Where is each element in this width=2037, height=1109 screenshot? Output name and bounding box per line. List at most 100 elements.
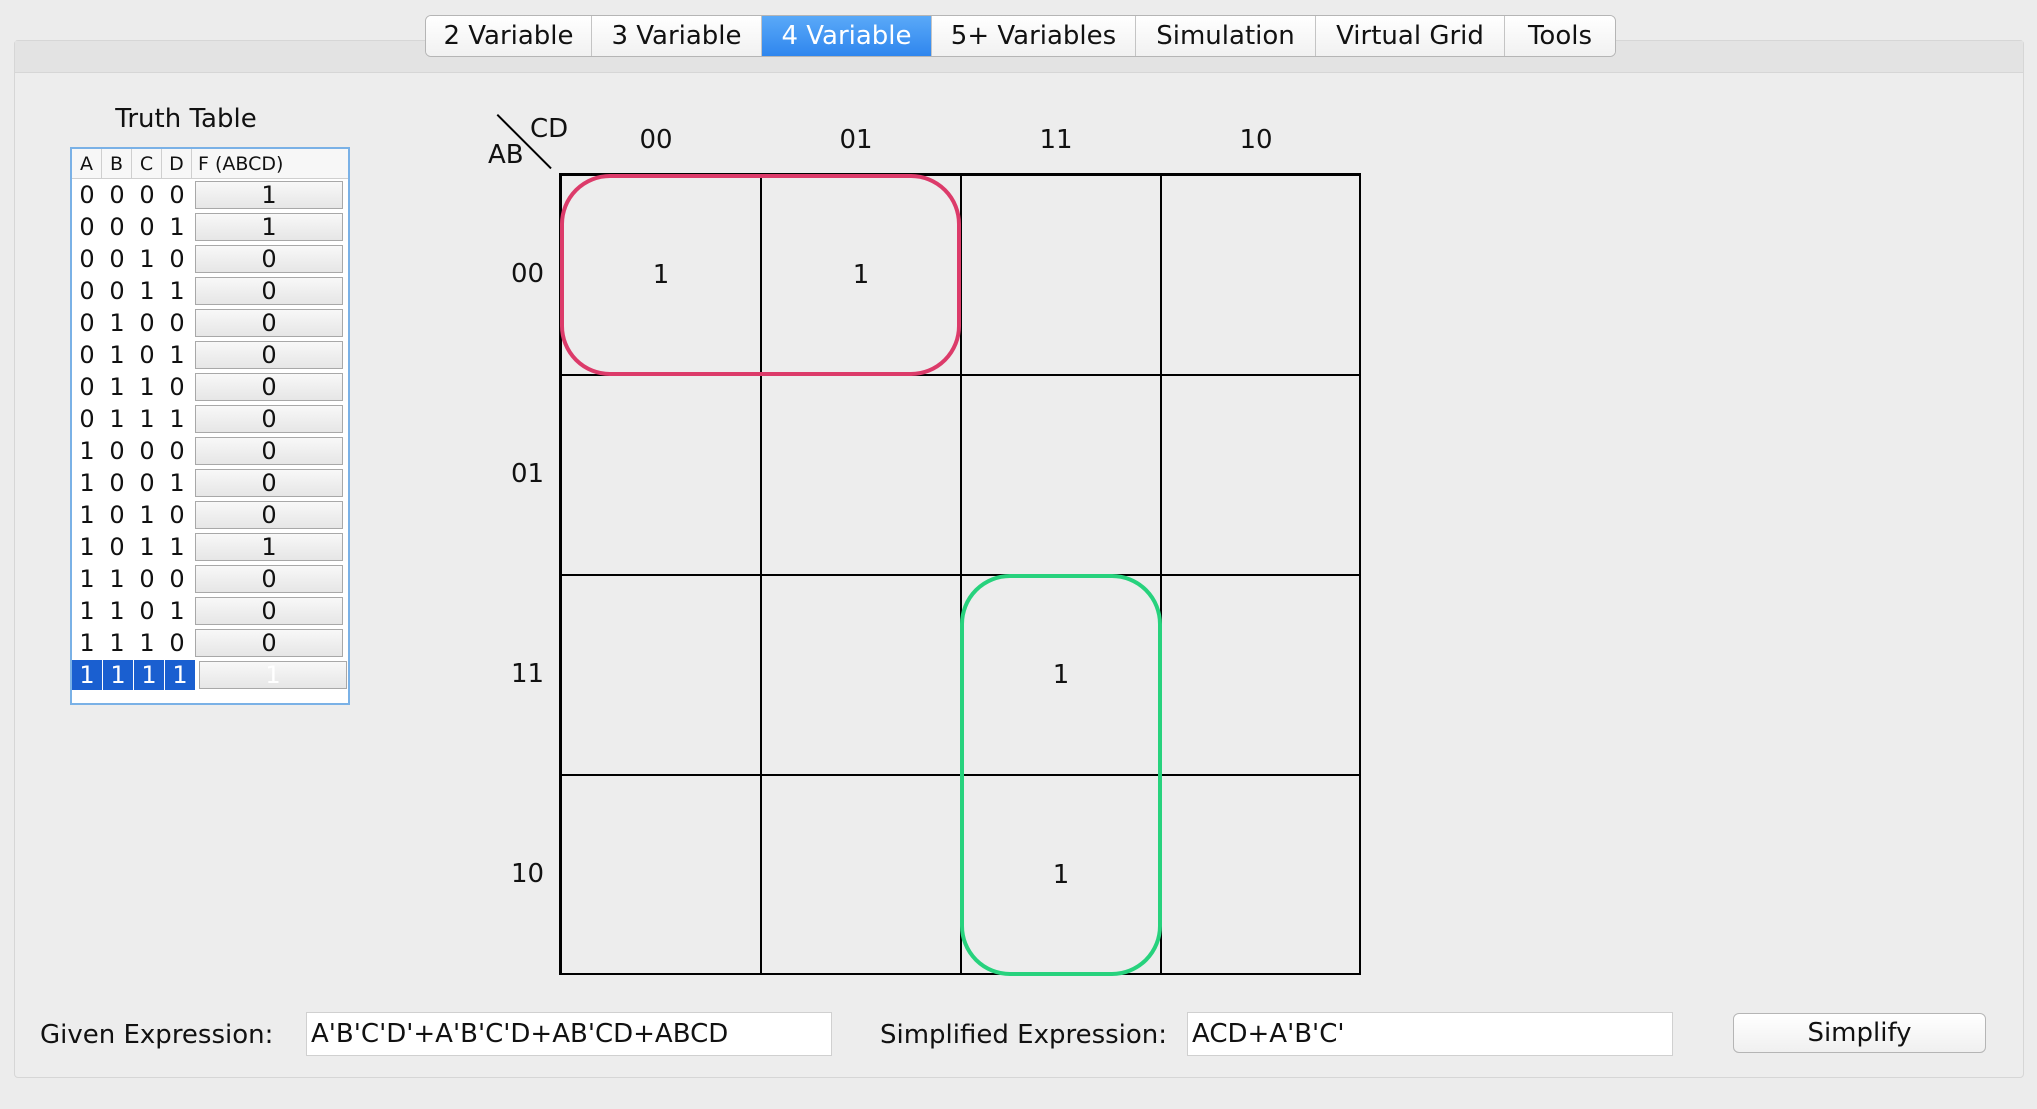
truth-table-input-cell: 1 xyxy=(139,501,155,529)
simplified-expression-field[interactable]: ACD+A'B'C' xyxy=(1187,1012,1673,1056)
truth-table-input-cell: 0 xyxy=(169,501,185,529)
truth-table-output-cell[interactable]: 0 xyxy=(195,405,343,433)
kmap-cell[interactable]: 1 xyxy=(961,775,1161,975)
truth-table-input-cell: 1 xyxy=(139,405,155,433)
truth-table: A B C D F (ABCD) 00001000110010000110010… xyxy=(70,147,350,705)
truth-table-input-cell: 1 xyxy=(139,245,155,273)
truth-table-row[interactable]: 01000 xyxy=(72,307,348,339)
truth-table-input-cell: 1 xyxy=(79,533,95,561)
truth-table-row[interactable]: 01110 xyxy=(72,403,348,435)
given-expression-field[interactable]: A'B'C'D'+A'B'C'D+AB'CD+ABCD xyxy=(306,1012,832,1056)
truth-table-output-cell[interactable]: 0 xyxy=(195,277,343,305)
truth-table-row[interactable]: 11010 xyxy=(72,595,348,627)
truth-table-input-cell: 0 xyxy=(139,597,155,625)
truth-table-input-cell: 1 xyxy=(79,565,95,593)
truth-table-input-cell: 1 xyxy=(139,533,155,561)
kmap-cell[interactable]: 1 xyxy=(761,175,961,375)
truth-table-row[interactable]: 11000 xyxy=(72,563,348,595)
kmap-cell[interactable]: 1 xyxy=(561,175,761,375)
truth-table-row[interactable]: 10010 xyxy=(72,467,348,499)
truth-table-output-cell[interactable]: 0 xyxy=(195,309,343,337)
truth-table-output-cell[interactable]: 0 xyxy=(195,245,343,273)
truth-table-input-cell: 1 xyxy=(109,309,125,337)
truth-table-output-cell[interactable]: 0 xyxy=(195,597,343,625)
kmap-cell[interactable] xyxy=(761,375,961,575)
truth-table-input-cell: 0 xyxy=(109,277,125,305)
simplify-button[interactable]: Simplify xyxy=(1733,1013,1986,1053)
tab-5-plus-variables[interactable]: 5+ Variables xyxy=(932,16,1136,56)
truth-table-body: 0000100011001000011001000010100110001110… xyxy=(72,179,348,691)
truth-table-title: Truth Table xyxy=(115,104,257,134)
truth-table-input-cell: 0 xyxy=(169,629,185,657)
kmap-cell[interactable] xyxy=(961,175,1161,375)
header-f[interactable]: F (ABCD) xyxy=(192,149,347,178)
kmap-cell[interactable] xyxy=(761,775,961,975)
truth-table-row[interactable]: 00001 xyxy=(72,179,348,211)
truth-table-output-cell[interactable]: 0 xyxy=(195,437,343,465)
truth-table-output-cell[interactable]: 0 xyxy=(195,341,343,369)
tab-virtual-grid[interactable]: Virtual Grid xyxy=(1316,16,1505,56)
kmap-cell[interactable] xyxy=(561,775,761,975)
truth-table-input-cell: 1 xyxy=(169,405,185,433)
header-d[interactable]: D xyxy=(162,149,192,178)
truth-table-output-cell[interactable]: 1 xyxy=(199,661,347,689)
truth-table-input-cell: 1 xyxy=(103,660,133,690)
truth-table-input-cell: 1 xyxy=(109,565,125,593)
tab-4-variable[interactable]: 4 Variable xyxy=(762,16,932,56)
kmap-cell[interactable] xyxy=(1161,575,1361,775)
truth-table-input-cell: 1 xyxy=(72,660,102,690)
truth-table-input-cell: 0 xyxy=(169,437,185,465)
kmap-row-label: 10 xyxy=(510,859,545,889)
kmap-cell[interactable]: 1 xyxy=(961,575,1161,775)
header-a[interactable]: A xyxy=(72,149,102,178)
truth-table-output-cell[interactable]: 1 xyxy=(195,533,343,561)
kmap-col-label: 10 xyxy=(1239,125,1273,155)
truth-table-row[interactable]: 11111 xyxy=(72,659,348,691)
tab-simulation[interactable]: Simulation xyxy=(1136,16,1316,56)
kmap-cell[interactable] xyxy=(561,375,761,575)
truth-table-input-cell: 0 xyxy=(109,437,125,465)
kmap-col-label: 11 xyxy=(1039,125,1073,155)
truth-table-input-cell: 1 xyxy=(139,629,155,657)
truth-table-row[interactable]: 00110 xyxy=(72,275,348,307)
truth-table-row[interactable]: 01010 xyxy=(72,339,348,371)
truth-table-input-cell: 0 xyxy=(79,341,95,369)
kmap-cell[interactable] xyxy=(961,375,1161,575)
truth-table-row[interactable]: 10100 xyxy=(72,499,348,531)
kmap-cell[interactable] xyxy=(561,575,761,775)
header-b[interactable]: B xyxy=(102,149,132,178)
truth-table-input-cell: 0 xyxy=(109,181,125,209)
truth-table-output-cell[interactable]: 0 xyxy=(195,501,343,529)
truth-table-input-cell: 0 xyxy=(79,213,95,241)
truth-table-row[interactable]: 10111 xyxy=(72,531,348,563)
truth-table-input-cell: 1 xyxy=(169,213,185,241)
truth-table-output-cell[interactable]: 0 xyxy=(195,629,343,657)
truth-table-row[interactable]: 00100 xyxy=(72,243,348,275)
tab-2-variable[interactable]: 2 Variable xyxy=(426,16,592,56)
kmap-cell[interactable] xyxy=(1161,375,1361,575)
truth-table-output-cell[interactable]: 0 xyxy=(195,565,343,593)
truth-table-output-cell[interactable]: 1 xyxy=(195,213,343,241)
truth-table-input-cell: 0 xyxy=(169,181,185,209)
truth-table-input-cell: 0 xyxy=(79,405,95,433)
truth-table-output-cell[interactable]: 0 xyxy=(195,373,343,401)
truth-table-input-cell: 0 xyxy=(169,245,185,273)
tab-3-variable[interactable]: 3 Variable xyxy=(592,16,762,56)
truth-table-output-cell[interactable]: 1 xyxy=(195,181,343,209)
kmap-cell[interactable] xyxy=(761,575,961,775)
truth-table-row[interactable]: 00011 xyxy=(72,211,348,243)
truth-table-row[interactable]: 10000 xyxy=(72,435,348,467)
truth-table-input-cell: 1 xyxy=(109,373,125,401)
truth-table-row[interactable]: 11100 xyxy=(72,627,348,659)
truth-table-input-cell: 0 xyxy=(169,309,185,337)
truth-table-input-cell: 1 xyxy=(109,405,125,433)
kmap-row-label: 00 xyxy=(510,259,545,289)
header-c[interactable]: C xyxy=(132,149,162,178)
kmap-cell[interactable] xyxy=(1161,775,1361,975)
kmap-cell[interactable] xyxy=(1161,175,1361,375)
truth-table-input-cell: 0 xyxy=(79,277,95,305)
tab-tools[interactable]: Tools xyxy=(1505,16,1615,56)
truth-table-row[interactable]: 01100 xyxy=(72,371,348,403)
truth-table-input-cell: 1 xyxy=(79,501,95,529)
truth-table-output-cell[interactable]: 0 xyxy=(195,469,343,497)
